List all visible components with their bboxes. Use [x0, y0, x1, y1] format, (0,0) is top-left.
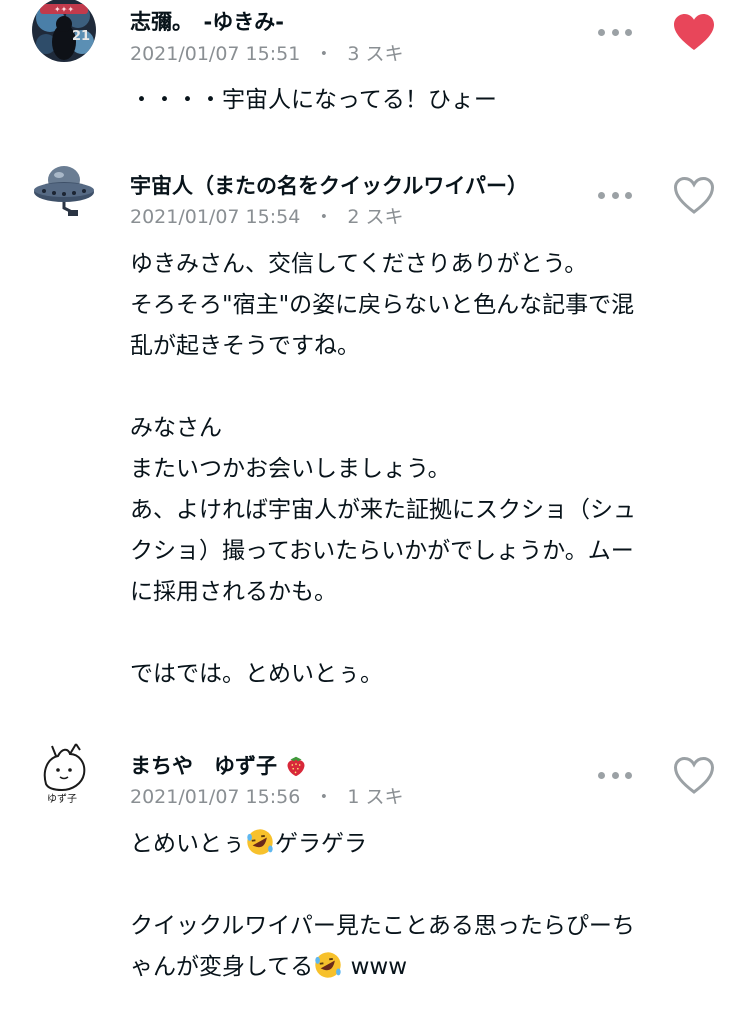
comment-text-line: に採用されるかも。	[130, 579, 337, 605]
comment-item: 宇宙人（またの名をクイックルワイパー） 2021/01/07 15:54 ・ 2 ス…	[0, 156, 750, 716]
like-button[interactable]	[672, 755, 716, 795]
comment-text-line: みなさん	[130, 415, 222, 441]
comment-meta: 2021/01/07 15:56 ・ 1 スキ	[130, 782, 403, 809]
heart-icon	[674, 14, 714, 50]
more-options-button[interactable]	[598, 22, 632, 42]
more-options-button[interactable]	[598, 765, 632, 785]
comment-date: 2021/01/07 15:56	[130, 786, 301, 808]
like-count[interactable]: 3 スキ	[347, 43, 403, 65]
like-button[interactable]	[672, 175, 716, 215]
comment-date: 2021/01/07 15:54	[130, 206, 301, 228]
more-dot	[611, 771, 619, 779]
rofl-emoji-icon	[315, 952, 342, 978]
comment-text-line	[130, 613, 720, 654]
comment-author[interactable]: 志彌。 -ゆきみ-	[130, 6, 284, 36]
comment-meta: 2021/01/07 15:54 ・ 2 スキ	[130, 202, 403, 229]
more-dot	[611, 28, 619, 36]
comment-body: とめいとぅ ゲラゲラ クイックルワイパー見たことある思ったらぴーち ゃんが変身し…	[130, 824, 720, 988]
comment-text-fragment: www	[343, 954, 408, 980]
comment-text-line: 乱が起きそうですね。	[130, 333, 360, 359]
comment-body: ゆきみさん、交信してくださりありがとう。 そろそろ"宿主"の姿に戻らないと色んな…	[130, 244, 720, 695]
heart-icon	[673, 176, 715, 214]
comment-author-name: まちや ゆず子	[130, 754, 277, 778]
comment-author[interactable]: まちや ゆず子	[130, 750, 308, 780]
comment-text-fragment: ゲラゲラ	[275, 831, 367, 857]
comment-text-line: ゃんが変身してる www	[130, 947, 720, 988]
comment-meta: 2021/01/07 15:51 ・ 3 スキ	[130, 39, 403, 66]
like-button[interactable]	[672, 12, 716, 52]
more-dot	[611, 191, 619, 199]
heart-icon	[673, 756, 715, 794]
comment-text-line: クショ）撮っておいたらいかがでしょうか。ムー	[130, 538, 634, 564]
comment-body: ・・・・宇宙人になってる！ひょー	[130, 80, 720, 121]
like-count[interactable]: 1 スキ	[347, 786, 403, 808]
comment-author[interactable]: 宇宙人（またの名をクイックルワイパー）	[130, 170, 528, 200]
comment-text-line: クイックルワイパー見たことある思ったらぴーち	[130, 913, 635, 939]
avatar[interactable]: ✦✦✦ 21	[32, 0, 96, 62]
more-options-button[interactable]	[598, 185, 632, 205]
svg-text:21: 21	[72, 29, 90, 44]
more-dot	[625, 771, 632, 779]
comment-text-line: またいつかお会いしましょう。	[130, 456, 451, 482]
comment-text-line	[130, 865, 720, 906]
more-horizontal-icon	[598, 28, 605, 36]
comment-text-line: そろそろ"宿主"の姿に戻らないと色んな記事で混	[130, 292, 635, 318]
comment-text-line: ・・・・宇宙人になってる！ひょー	[130, 87, 497, 113]
comment-item: ゆず子 まちや ゆず子 2021/01/07 15:56 ・ 1 スキ とめいとぅ	[0, 736, 750, 1027]
comment-item: ✦✦✦ 21 志彌。 -ゆきみ- 2021/01/07 15:51 ・ 3 スキ ・…	[0, 0, 750, 140]
more-dot	[625, 191, 632, 199]
more-horizontal-icon	[598, 191, 605, 199]
strawberry-emoji-icon	[287, 756, 305, 777]
avatar-lettering: ゆず子	[47, 793, 77, 804]
comment-text-line: ではでは。とめいとぅ。	[130, 661, 383, 687]
comment-text-fragment: とめいとぅ	[130, 831, 245, 857]
comment-text-line: とめいとぅ ゲラゲラ	[130, 824, 720, 865]
more-dot	[625, 28, 632, 36]
meta-separator: ・	[314, 786, 334, 808]
like-count[interactable]: 2 スキ	[347, 206, 403, 228]
comment-text-line: ゆきみさん、交信してくださりありがとう。	[130, 251, 588, 277]
rofl-emoji-icon	[247, 829, 273, 855]
comment-text-line	[130, 367, 720, 408]
comment-date: 2021/01/07 15:51	[130, 43, 301, 65]
meta-separator: ・	[314, 206, 334, 228]
avatar[interactable]	[32, 158, 96, 222]
svg-text:✦✦✦: ✦✦✦	[54, 5, 74, 14]
avatar[interactable]: ゆず子	[32, 740, 96, 804]
comment-text-line: あ、よければ宇宙人が来た証拠にスクショ（シュ	[130, 497, 636, 523]
comment-text-fragment: ゃんが変身してる	[130, 954, 314, 980]
more-horizontal-icon	[598, 771, 605, 779]
meta-separator: ・	[314, 43, 334, 65]
